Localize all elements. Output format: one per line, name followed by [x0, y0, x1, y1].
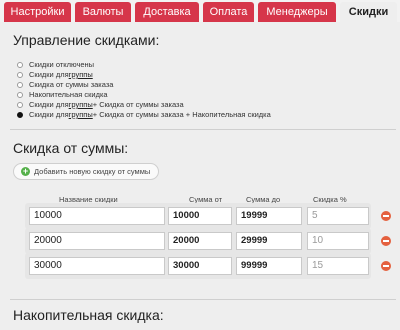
- radio-button[interactable]: [17, 72, 23, 78]
- tab-currencies[interactable]: Валюты: [75, 2, 131, 22]
- option-label: Скидка от суммы заказа: [29, 80, 114, 89]
- add-amount-discount-button[interactable]: + Добавить новую скидку от суммы: [13, 163, 159, 180]
- discount-mode-option[interactable]: Скидки для группы + Скидка от суммы зака…: [17, 100, 271, 110]
- option-label: Скидки для: [29, 110, 69, 119]
- radio-button[interactable]: [17, 102, 23, 108]
- radio-button[interactable]: [17, 82, 23, 88]
- amount-to-input[interactable]: 99999: [236, 257, 302, 275]
- add-button-label: Добавить новую скидку от суммы: [34, 167, 151, 176]
- amount-from-input[interactable]: 20000: [168, 232, 232, 250]
- discount-name-input[interactable]: 10000: [29, 207, 165, 225]
- discount-mode-title: Управление скидками:: [13, 32, 160, 48]
- groups-link[interactable]: группы: [69, 100, 93, 110]
- tab-payment[interactable]: Оплата: [203, 2, 254, 22]
- discount-mode-option[interactable]: Скидки для группы + Скидка от суммы зака…: [17, 110, 271, 120]
- groups-link[interactable]: группы: [69, 110, 93, 120]
- groups-link[interactable]: группы: [69, 70, 93, 80]
- table-row: 30000 30000 99999 15: [25, 253, 371, 279]
- discount-percent-input[interactable]: 10: [307, 232, 369, 250]
- discount-mode-option[interactable]: Скидки отключены: [17, 60, 271, 70]
- option-label: + Скидка от суммы заказа: [92, 100, 184, 109]
- discount-percent-input[interactable]: 5: [307, 207, 369, 225]
- tab-discounts[interactable]: Скидки: [340, 2, 397, 22]
- tab-managers[interactable]: Менеджеры: [258, 2, 336, 22]
- discount-percent-input[interactable]: 15: [307, 257, 369, 275]
- delete-row-icon[interactable]: [381, 261, 391, 271]
- option-label: Скидки отключены: [29, 60, 95, 69]
- table-row: 20000 20000 29999 10: [25, 228, 371, 254]
- amount-from-input[interactable]: 30000: [168, 257, 232, 275]
- option-label: Накопительная скидка: [29, 90, 108, 99]
- tab-bar: Настройки Валюты Доставка Оплата Менедже…: [0, 0, 400, 22]
- discount-mode-option[interactable]: Скидка от суммы заказа: [17, 80, 271, 90]
- amount-to-input[interactable]: 29999: [236, 232, 302, 250]
- radio-button[interactable]: [17, 62, 23, 68]
- table-row: 10000 10000 19999 5: [25, 203, 371, 229]
- amount-discount-title: Скидка от суммы:: [13, 140, 129, 156]
- option-label: + Скидка от суммы заказа + Накопительная…: [92, 110, 271, 119]
- discounts-panel: Управление скидками: Скидки отключены Ск…: [0, 22, 400, 330]
- tab-settings[interactable]: Настройки: [4, 2, 71, 22]
- amount-from-input[interactable]: 10000: [168, 207, 232, 225]
- radio-button-checked[interactable]: [17, 112, 23, 118]
- delete-row-icon[interactable]: [381, 236, 391, 246]
- option-label: Скидки для: [29, 70, 69, 79]
- section-divider: [10, 129, 396, 130]
- cumulative-discount-title: Накопительная скидка:: [13, 307, 164, 323]
- plus-icon: +: [21, 166, 30, 176]
- section-divider: [10, 299, 396, 300]
- amount-to-input[interactable]: 19999: [236, 207, 302, 225]
- discount-name-input[interactable]: 20000: [29, 232, 165, 250]
- radio-button[interactable]: [17, 92, 23, 98]
- discount-mode-option[interactable]: Накопительная скидка: [17, 90, 271, 100]
- option-label: Скидки для: [29, 100, 69, 109]
- discount-name-input[interactable]: 30000: [29, 257, 165, 275]
- tab-delivery[interactable]: Доставка: [135, 2, 199, 22]
- discount-mode-option[interactable]: Скидки для группы: [17, 70, 271, 80]
- discount-mode-options: Скидки отключены Скидки для группы Скидк…: [17, 60, 271, 120]
- delete-row-icon[interactable]: [381, 211, 391, 221]
